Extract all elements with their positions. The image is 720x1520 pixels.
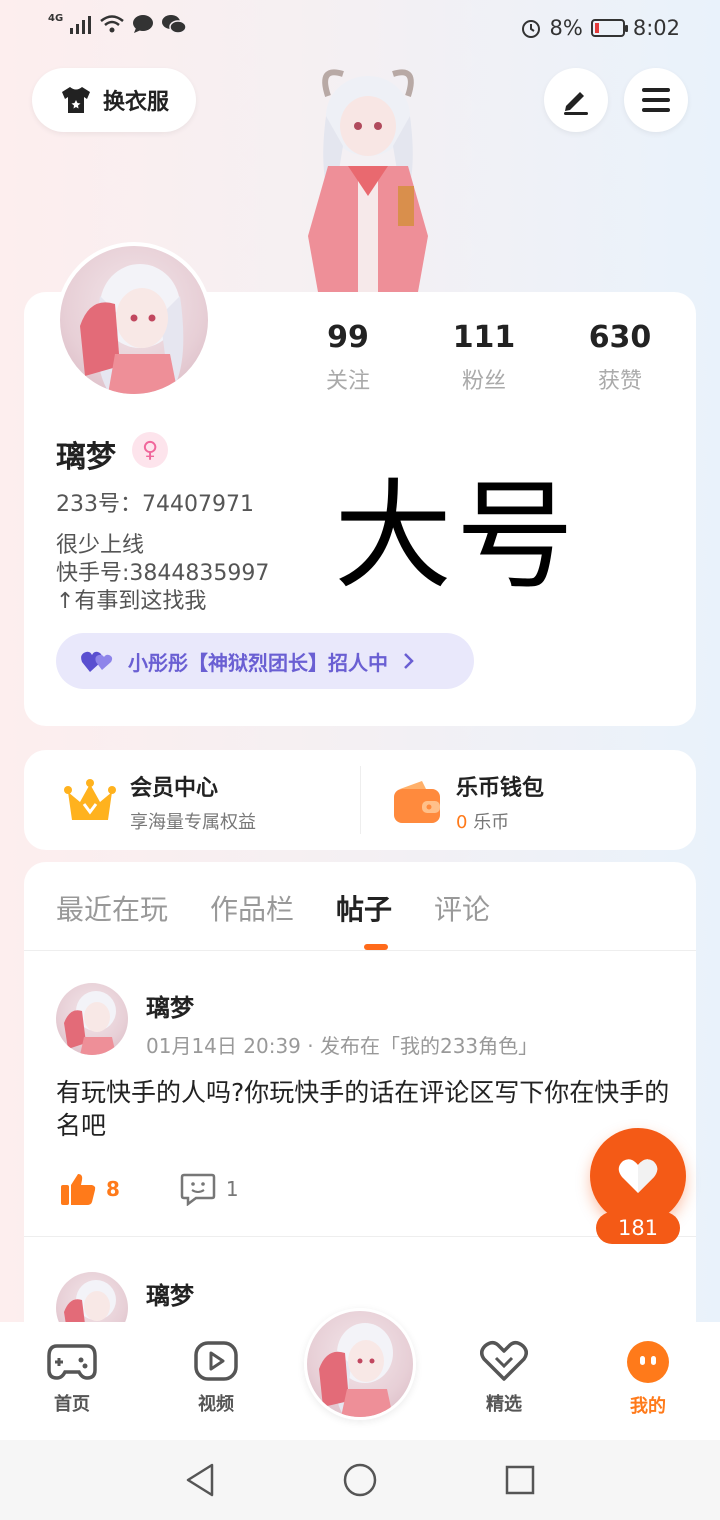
status-bar: 4G 8% 8:02 [0, 0, 720, 56]
member-center-title: 会员中心 [130, 776, 219, 801]
guild-text: 小彤彤【神狱烈团长】招人中 [128, 650, 388, 675]
change-outfit-button[interactable]: 换衣服 [32, 68, 196, 132]
status-right: 8% 8:02 [520, 16, 680, 40]
message-icon [133, 15, 154, 33]
tab-works[interactable]: 作品栏 [210, 888, 294, 928]
edit-button[interactable] [544, 68, 608, 132]
signal-icon [70, 16, 92, 34]
menu-button[interactable] [624, 68, 688, 132]
comment-icon [180, 1173, 216, 1206]
nav-featured-label: 精选 [486, 1394, 522, 1415]
profile-tabs: 最近在玩 作品栏 帖子 评论 [56, 888, 490, 928]
crown-icon [64, 779, 116, 820]
heart-count: 181 [596, 1212, 680, 1244]
gamepad-icon [47, 1344, 97, 1380]
change-outfit-label: 换衣服 [102, 90, 169, 115]
stat-fans[interactable]: 111 粉丝 [424, 320, 544, 395]
stat-following-label: 关注 [325, 369, 370, 394]
heart-diamond-icon [480, 1341, 528, 1381]
tab-comments[interactable]: 评论 [434, 888, 490, 928]
wifi-icon [100, 15, 124, 33]
menu-icon [642, 88, 670, 112]
network-type: 4G [48, 12, 64, 24]
play-icon [194, 1341, 238, 1381]
nav-avatar[interactable] [304, 1308, 416, 1420]
post-author-avatar[interactable] [56, 983, 128, 1055]
heart-pair-icon [81, 651, 113, 672]
stat-following[interactable]: 99 关注 [288, 320, 408, 395]
stat-likes-count: 630 [588, 320, 652, 355]
wallet-unit: 乐币 [473, 812, 510, 833]
clock: 8:02 [632, 16, 680, 40]
comment-button[interactable]: 1 [180, 1172, 239, 1206]
chevron-right-icon [404, 653, 414, 669]
post-author-name[interactable]: 璃梦 [146, 988, 194, 1023]
system-navigation [0, 1440, 720, 1520]
home-circle-icon[interactable] [342, 1462, 378, 1498]
user-id[interactable]: 233号：74407971 [56, 486, 254, 518]
nav-me-label: 我的 [630, 1396, 666, 1417]
female-icon: ♀ [132, 432, 168, 468]
post-author-name[interactable]: 璃梦 [146, 1276, 194, 1311]
wallet-icon [394, 781, 440, 823]
profile-avatar[interactable] [56, 242, 212, 398]
back-icon[interactable] [184, 1462, 218, 1498]
wallet-title: 乐币钱包 [456, 776, 545, 801]
nav-featured[interactable]: 精选 [456, 1340, 552, 1416]
status-left: 4G [48, 12, 187, 34]
divider [24, 1236, 696, 1237]
guild-banner[interactable]: 小彤彤【神狱烈团长】招人中 [56, 633, 474, 689]
avatar-character[interactable] [288, 56, 448, 296]
nav-me[interactable]: 我的 [600, 1340, 696, 1418]
divider [24, 950, 696, 951]
stat-likes[interactable]: 630 获赞 [560, 320, 680, 395]
post-content[interactable]: 有玩快手的人吗?你玩快手的话在评论区写下你在快手的名吧 [56, 1076, 676, 1142]
divider [360, 766, 361, 834]
heart-fab[interactable] [590, 1128, 686, 1224]
username: 璃梦 [56, 440, 116, 475]
wallet-balance: 0 乐币 [456, 808, 544, 834]
pen-icon [564, 92, 588, 115]
stat-likes-label: 获赞 [597, 369, 642, 394]
like-count: 8 [106, 1177, 120, 1201]
member-center-subtitle: 享海量专属权益 [130, 812, 256, 833]
alarm-icon [521, 20, 540, 38]
battery-percent: 8% [549, 16, 583, 40]
tab-recently-played[interactable]: 最近在玩 [56, 888, 168, 928]
overlay-text: 大号 [334, 467, 579, 605]
recents-icon[interactable] [504, 1464, 536, 1496]
stat-fans-label: 粉丝 [461, 369, 506, 394]
wechat-icon [162, 15, 187, 34]
member-center[interactable]: 会员中心 享海量专属权益 [64, 770, 256, 834]
stat-fans-count: 111 [452, 320, 516, 355]
stat-following-count: 99 [327, 320, 369, 355]
like-button[interactable]: 8 [60, 1172, 120, 1206]
nav-home[interactable]: 首页 [24, 1340, 120, 1416]
battery-icon [590, 19, 628, 37]
heart-icon [618, 1159, 658, 1193]
post-actions: 8 1 [60, 1172, 239, 1206]
tab-posts[interactable]: 帖子 [336, 888, 392, 928]
wallet-amount: 0 [456, 812, 468, 833]
shirt-icon [61, 87, 90, 113]
smiley-icon [627, 1341, 669, 1383]
thumbs-up-icon [61, 1174, 96, 1205]
wallet[interactable]: 乐币钱包 0 乐币 [392, 770, 544, 834]
comment-count: 1 [225, 1177, 239, 1201]
nav-video[interactable]: 视频 [168, 1340, 264, 1416]
nav-home-label: 首页 [54, 1394, 90, 1415]
user-bio: 很少上线 快手号:3844835997 ↑有事到这找我 [56, 533, 270, 614]
nav-video-label: 视频 [198, 1394, 234, 1415]
post-meta: 01月14日 20:39 · 发布在「我的233角色」 [146, 1034, 539, 1058]
